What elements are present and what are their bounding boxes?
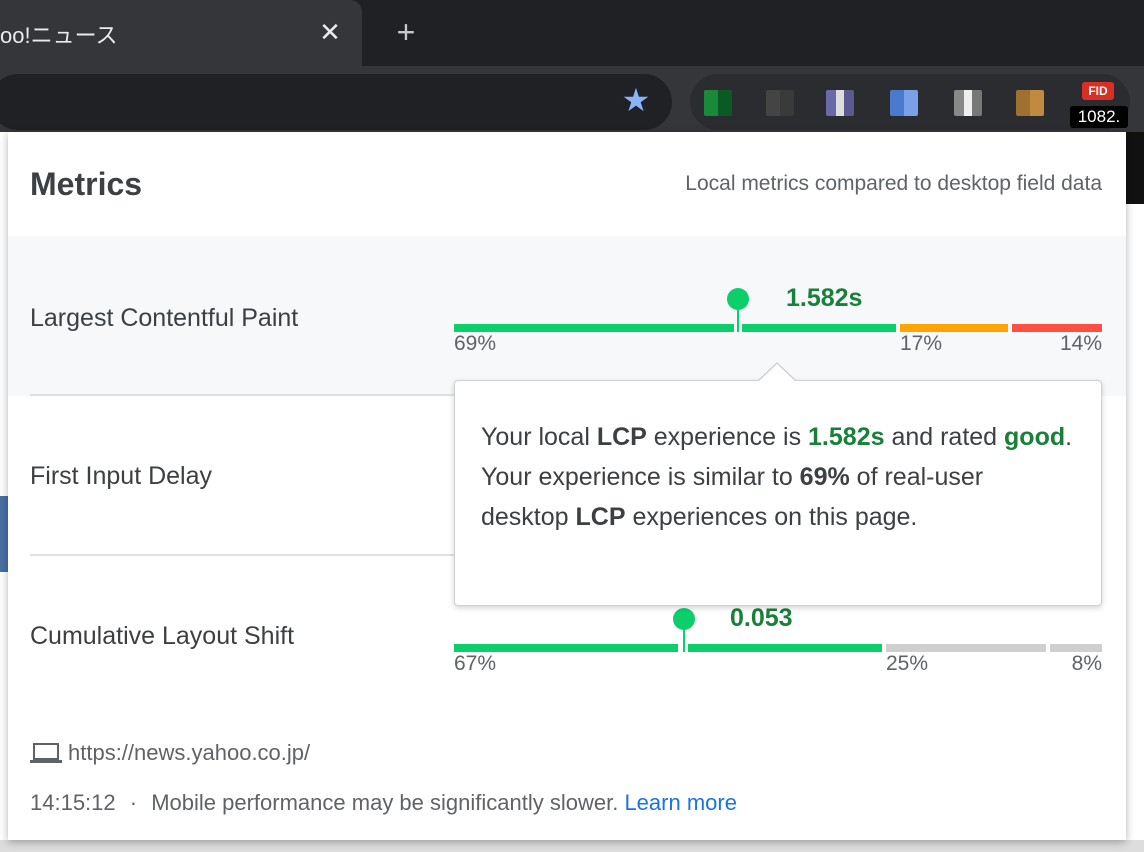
poor-percent: 14% <box>1059 332 1102 355</box>
browser-tab[interactable]: oo!ニュース ✕ <box>0 0 362 66</box>
poor-percent: 8% <box>1071 652 1102 675</box>
tooltip-text: Your local LCP experience is 1.582s and … <box>481 423 1073 531</box>
popup-subtitle: Local metrics compared to desktop field … <box>685 172 1102 195</box>
good-segment <box>454 644 678 652</box>
address-bar[interactable] <box>0 74 672 130</box>
lcp-tooltip: Your local LCP experience is 1.582s and … <box>454 362 1102 606</box>
metric-name: Largest Contentful Paint <box>30 304 299 332</box>
bookmark-star-icon[interactable]: ★ <box>618 82 654 118</box>
laptop-icon <box>30 743 62 763</box>
metric-name: Cumulative Layout Shift <box>30 622 295 650</box>
good-segment <box>688 644 882 652</box>
extension-icon[interactable] <box>704 90 732 116</box>
good-percent: 67% <box>454 652 497 675</box>
local-value-marker <box>737 310 739 332</box>
local-value-marker-dot <box>673 608 695 630</box>
tooltip-arrow <box>758 364 796 382</box>
good-segment <box>454 324 734 332</box>
mobile-note: Mobile performance may be significantly … <box>151 790 619 815</box>
needs-improvement-segment <box>886 644 1046 652</box>
page-background <box>1126 132 1144 204</box>
page-background <box>1126 132 1144 852</box>
page-background <box>0 840 1144 852</box>
fid-badge-value: 1082. <box>1070 106 1128 128</box>
page-background <box>0 132 8 852</box>
poor-segment <box>1050 644 1102 652</box>
metric-value: 1.582s <box>786 284 863 312</box>
metric-name: First Input Delay <box>30 462 213 490</box>
new-tab-icon[interactable]: + <box>390 16 422 48</box>
metric-row-lcp[interactable]: Largest Contentful Paint 1.582s 69% 17% … <box>8 236 1126 396</box>
needs-improvement-segment <box>900 324 1008 332</box>
tab-title: oo!ニュース <box>0 23 118 48</box>
browser-toolbar: ★ FID 1082. <box>0 66 1144 132</box>
extension-icon[interactable] <box>890 90 918 116</box>
metric-value: 0.053 <box>730 604 793 632</box>
close-tab-icon[interactable]: ✕ <box>316 16 344 48</box>
extensions-area <box>690 74 1130 130</box>
timestamp: 14:15:12 <box>30 790 116 815</box>
web-vitals-popup: Metrics Local metrics compared to deskto… <box>8 132 1126 840</box>
extension-icon[interactable] <box>954 90 982 116</box>
good-percent: 69% <box>454 332 497 355</box>
poor-segment <box>1012 324 1102 332</box>
extension-icon[interactable] <box>826 90 854 116</box>
page-url: https://news.yahoo.co.jp/ <box>30 740 310 766</box>
page-background <box>0 496 8 572</box>
distribution-bar <box>454 324 1102 334</box>
footer-note: 14:15:12 · Mobile performance may be sig… <box>30 790 737 816</box>
extension-icon[interactable] <box>766 90 794 116</box>
good-segment <box>742 324 896 332</box>
needs-improvement-percent: 25% <box>886 652 929 675</box>
extension-icon[interactable] <box>1016 90 1044 116</box>
url-text: https://news.yahoo.co.jp/ <box>68 740 311 765</box>
tab-strip: oo!ニュース ✕ + <box>0 0 1144 66</box>
web-vitals-extension-icon[interactable]: FID 1082. <box>1070 78 1128 128</box>
distribution-bar <box>454 644 1102 654</box>
separator: · <box>129 790 138 815</box>
fid-badge-label: FID <box>1082 82 1114 100</box>
local-value-marker-dot <box>727 288 749 310</box>
needs-improvement-percent: 17% <box>900 332 943 355</box>
learn-more-link[interactable]: Learn more <box>624 790 737 815</box>
popup-title: Metrics <box>30 166 143 202</box>
local-value-marker <box>683 630 685 652</box>
